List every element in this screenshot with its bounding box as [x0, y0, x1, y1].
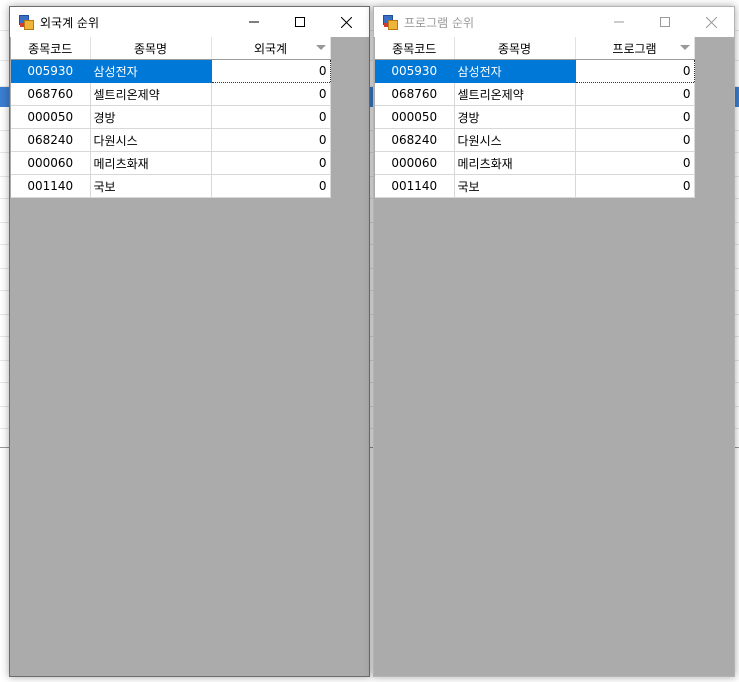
- data-grid[interactable]: 종목코드 종목명 외국계 005930 삼성전자 0 068760 셀트리온제약…: [11, 37, 331, 198]
- cell-value[interactable]: 0: [575, 151, 695, 175]
- cell-code[interactable]: 001140: [375, 174, 455, 198]
- table-row[interactable]: 005930 삼성전자 0: [375, 59, 695, 83]
- table-row[interactable]: 000060 메리츠화재 0: [375, 151, 695, 175]
- cell-name[interactable]: 삼성전자: [454, 59, 576, 83]
- maximize-icon: [295, 17, 305, 27]
- cell-name[interactable]: 셀트리온제약: [454, 82, 576, 106]
- maximize-button[interactable]: [277, 7, 323, 37]
- cell-value[interactable]: 0: [210, 59, 331, 83]
- maximize-button[interactable]: [642, 7, 688, 37]
- cell-value[interactable]: 0: [575, 82, 695, 106]
- column-header-value-label: 외국계: [253, 41, 288, 56]
- cell-name[interactable]: 국보: [90, 174, 212, 198]
- maximize-icon: [660, 17, 670, 27]
- title-bar[interactable]: 프로그램 순위: [374, 7, 734, 37]
- cell-name[interactable]: 국보: [454, 174, 576, 198]
- header-row: 종목코드 종목명 프로그램: [375, 37, 695, 60]
- table-row[interactable]: 068240 다원시스 0: [375, 128, 695, 152]
- cell-code[interactable]: 068760: [11, 82, 91, 106]
- app-icon: [383, 15, 398, 30]
- cell-value[interactable]: 0: [575, 105, 695, 129]
- sort-dropdown-icon[interactable]: [679, 45, 690, 50]
- cell-code[interactable]: 068240: [375, 128, 455, 152]
- minimize-icon: [249, 21, 259, 23]
- cell-code[interactable]: 000060: [375, 151, 455, 175]
- table-row[interactable]: 001140 국보 0: [11, 174, 331, 198]
- cell-name[interactable]: 셀트리온제약: [90, 82, 212, 106]
- cell-name[interactable]: 경방: [454, 105, 576, 129]
- cell-code[interactable]: 068760: [375, 82, 455, 106]
- column-header-value[interactable]: 외국계: [211, 37, 331, 60]
- table-row[interactable]: 000050 경방 0: [375, 105, 695, 129]
- table-row[interactable]: 068760 셀트리온제약 0: [11, 82, 331, 106]
- table-row[interactable]: 000050 경방 0: [11, 105, 331, 129]
- column-header-code[interactable]: 종목코드: [11, 37, 91, 60]
- table-row[interactable]: 005930 삼성전자 0: [11, 59, 331, 83]
- table-row[interactable]: 000060 메리츠화재 0: [11, 151, 331, 175]
- cell-name[interactable]: 다원시스: [90, 128, 212, 152]
- cell-code[interactable]: 005930: [11, 59, 91, 83]
- column-header-name[interactable]: 종목명: [454, 37, 576, 60]
- cell-value[interactable]: 0: [211, 105, 331, 129]
- column-header-code[interactable]: 종목코드: [375, 37, 455, 60]
- cell-value[interactable]: 0: [211, 151, 331, 175]
- app-icon: [19, 15, 34, 30]
- column-header-name[interactable]: 종목명: [90, 37, 212, 60]
- cell-name[interactable]: 메리츠화재: [454, 151, 576, 175]
- cell-code[interactable]: 000060: [11, 151, 91, 175]
- cell-code[interactable]: 000050: [375, 105, 455, 129]
- sort-dropdown-icon[interactable]: [315, 45, 326, 50]
- column-header-value-label: 프로그램: [612, 41, 657, 56]
- cell-value[interactable]: 0: [211, 174, 331, 198]
- cell-code[interactable]: 068240: [11, 128, 91, 152]
- cell-name[interactable]: 삼성전자: [90, 59, 212, 83]
- cell-name[interactable]: 다원시스: [454, 128, 576, 152]
- program-rank-window[interactable]: 프로그램 순위 종목코드 종목명 프로그램 005930 삼성전자 0 0687…: [373, 6, 735, 677]
- cell-value[interactable]: 0: [575, 128, 695, 152]
- cell-name[interactable]: 경방: [90, 105, 212, 129]
- window-title: 외국계 순위: [40, 15, 100, 30]
- minimize-button[interactable]: [231, 7, 277, 37]
- close-icon: [705, 16, 717, 28]
- cell-code[interactable]: 005930: [375, 59, 455, 83]
- close-icon: [340, 16, 352, 28]
- table-row[interactable]: 068240 다원시스 0: [11, 128, 331, 152]
- column-header-value[interactable]: 프로그램: [575, 37, 695, 60]
- close-button[interactable]: [688, 7, 734, 37]
- minimize-button[interactable]: [596, 7, 642, 37]
- cell-value[interactable]: 0: [211, 82, 331, 106]
- data-grid[interactable]: 종목코드 종목명 프로그램 005930 삼성전자 0 068760 셀트리온제…: [375, 37, 695, 198]
- close-button[interactable]: [323, 7, 369, 37]
- window-title: 프로그램 순위: [404, 15, 475, 30]
- cell-value[interactable]: 0: [574, 59, 695, 83]
- header-row: 종목코드 종목명 외국계: [11, 37, 331, 60]
- minimize-icon: [614, 21, 624, 23]
- table-row[interactable]: 068760 셀트리온제약 0: [375, 82, 695, 106]
- cell-code[interactable]: 001140: [11, 174, 91, 198]
- title-bar[interactable]: 외국계 순위: [10, 7, 369, 37]
- foreign-rank-window[interactable]: 외국계 순위 종목코드 종목명 외국계 005930 삼성전자 0 068760…: [9, 6, 370, 677]
- cell-value[interactable]: 0: [211, 128, 331, 152]
- table-row[interactable]: 001140 국보 0: [375, 174, 695, 198]
- cell-value[interactable]: 0: [575, 174, 695, 198]
- cell-name[interactable]: 메리츠화재: [90, 151, 212, 175]
- cell-code[interactable]: 000050: [11, 105, 91, 129]
